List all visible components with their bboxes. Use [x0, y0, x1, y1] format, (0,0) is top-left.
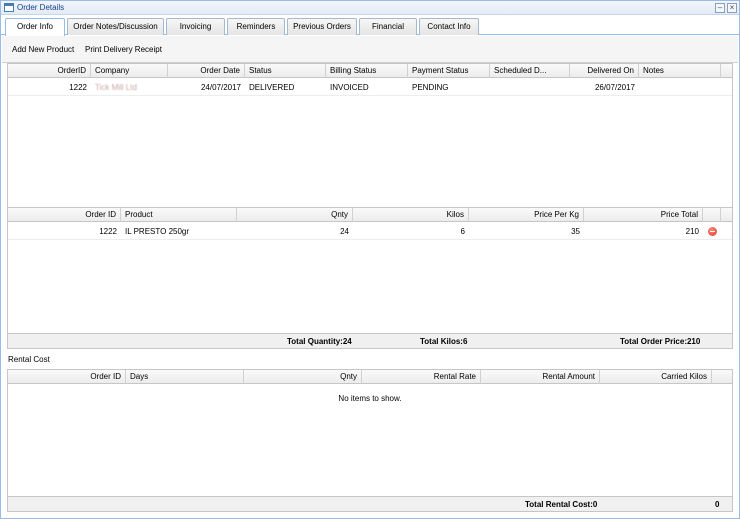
orders-grid-header: OrderID Company Order Date Status Billin…	[7, 63, 733, 78]
close-icon[interactable]: ×	[727, 3, 737, 13]
column-header-actions	[703, 208, 721, 222]
column-header[interactable]: Billing Status	[326, 64, 408, 78]
column-header[interactable]: Days	[126, 370, 244, 384]
print-delivery-receipt-button[interactable]: Print Delivery Receipt	[85, 45, 162, 54]
toolbar: Add New Product Print Delivery Receipt	[2, 36, 738, 63]
rental-summary-row: Total Rental Cost:0 0	[7, 496, 733, 512]
add-new-product-button[interactable]: Add New Product	[12, 45, 74, 54]
minimize-icon[interactable]: –	[715, 3, 725, 13]
payment-status-cell: PENDING	[412, 83, 449, 92]
column-header[interactable]: Notes	[639, 64, 721, 78]
rental-grid-header: Order ID Days Qnty Rental Rate Rental Am…	[7, 369, 733, 384]
tab-financial[interactable]: Financial	[359, 18, 417, 35]
column-header[interactable]: Price Per Kg	[469, 208, 584, 222]
delivered-on-cell: 26/07/2017	[594, 83, 635, 92]
price-total-cell: 210	[685, 227, 699, 236]
column-header[interactable]: Rental Amount	[481, 370, 600, 384]
order-date-cell: 24/07/2017	[200, 83, 241, 92]
column-header[interactable]: Qnty	[237, 208, 353, 222]
tab-order-info[interactable]: Order Info	[5, 18, 65, 36]
status-cell: DELIVERED	[249, 83, 295, 92]
order-id-cell: 1222	[99, 227, 117, 236]
tab-strip: Order Info Order Notes/Discussion Invoic…	[1, 16, 739, 36]
tab-reminders[interactable]: Reminders	[227, 18, 285, 35]
window-title: Order Details	[17, 3, 65, 12]
column-header[interactable]: Order ID	[8, 208, 121, 222]
table-row[interactable]: 1222 Tick Mill Ltd 24/07/2017 DELIVERED …	[8, 80, 732, 96]
column-header[interactable]: Company	[91, 64, 168, 78]
total-order-price: Total Order Price:210	[620, 337, 701, 346]
column-header[interactable]: Order ID	[8, 370, 126, 384]
orders-grid-body: 1222 Tick Mill Ltd 24/07/2017 DELIVERED …	[7, 78, 733, 207]
order-details-window: Order Details – × Order Info Order Notes…	[0, 0, 740, 519]
column-header[interactable]: Price Total	[584, 208, 703, 222]
column-header[interactable]: Order Date	[168, 64, 245, 78]
billing-status-cell: INVOICED	[330, 83, 369, 92]
column-header[interactable]: Rental Rate	[362, 370, 481, 384]
company-cell: Tick Mill Ltd	[95, 83, 137, 92]
total-kilos: Total Kilos:6	[420, 337, 468, 346]
price-per-kg-cell: 35	[571, 227, 580, 236]
scheduled-cell	[490, 80, 570, 95]
notes-cell	[639, 80, 721, 95]
column-header[interactable]: Product	[121, 208, 237, 222]
order-id-cell: 1222	[69, 83, 87, 92]
column-header[interactable]: Carried Kilos	[600, 370, 712, 384]
column-header[interactable]: Qnty	[244, 370, 362, 384]
kilos-cell: 6	[460, 227, 465, 236]
column-header[interactable]: Payment Status	[408, 64, 490, 78]
products-grid-body: 1222 IL PRESTO 250gr 24 6 35 210	[7, 222, 733, 333]
qnty-cell: 24	[340, 227, 349, 236]
products-summary-row: Total Quantity:24 Total Kilos:6 Total Or…	[7, 333, 733, 349]
column-header[interactable]: Kilos	[353, 208, 469, 222]
tab-previous-orders[interactable]: Previous Orders	[287, 18, 357, 35]
product-cell: IL PRESTO 250gr	[125, 227, 190, 236]
column-header[interactable]: Scheduled D...	[490, 64, 570, 78]
title-bar: Order Details – ×	[1, 1, 739, 15]
tab-order-notes[interactable]: Order Notes/Discussion	[67, 18, 164, 35]
column-header[interactable]: OrderID	[8, 64, 91, 78]
column-header[interactable]: Status	[245, 64, 326, 78]
products-grid-header: Order ID Product Qnty Kilos Price Per Kg…	[7, 207, 733, 222]
window-icon	[4, 3, 14, 12]
table-row[interactable]: 1222 IL PRESTO 250gr 24 6 35 210	[8, 224, 732, 240]
column-header[interactable]: Delivered On	[570, 64, 639, 78]
tab-contact-info[interactable]: Contact Info	[419, 18, 479, 35]
delete-row-icon[interactable]	[708, 227, 717, 236]
total-rental-cost: Total Rental Cost:0	[525, 500, 598, 509]
rental-grid-body: No items to show.	[7, 384, 733, 496]
total-rental-value: 0	[715, 500, 720, 509]
total-quantity: Total Quantity:24	[287, 337, 352, 346]
rental-cost-label: Rental Cost	[8, 355, 50, 364]
empty-grid-message: No items to show.	[338, 394, 402, 403]
tab-invoicing[interactable]: Invoicing	[166, 18, 225, 35]
